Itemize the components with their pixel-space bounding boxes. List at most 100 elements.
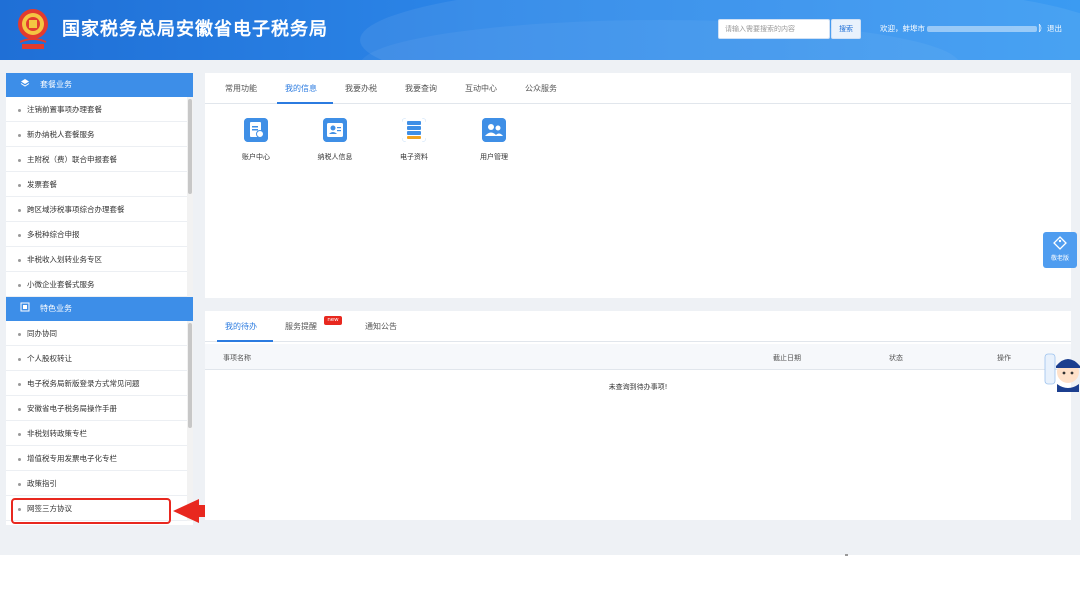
sidebar-section-title: 套餐业务	[40, 80, 72, 89]
top-header: 国家税务总局安徽省电子税务局 请输入需要搜索的内容 搜索 欢迎，蚌埠市） | 退…	[0, 0, 1080, 60]
bullet-icon	[18, 208, 21, 212]
search-input[interactable]: 请输入需要搜索的内容	[718, 19, 830, 39]
empty-message: 未查询到待办事项!	[608, 383, 668, 391]
welcome-prefix: 欢迎，蚌埠市	[880, 24, 925, 33]
column-header: 截止日期	[773, 354, 801, 362]
sidebar-scrollbar[interactable]	[187, 321, 193, 521]
bullet-icon	[18, 482, 21, 486]
sidebar-item-label: 主附税（费）联合申报套餐	[27, 155, 117, 164]
bullet-icon	[18, 457, 21, 461]
new-badge: new	[324, 316, 342, 325]
sidebar-item[interactable]: 主附税（费）联合申报套餐	[6, 147, 187, 172]
site-title: 国家税务总局安徽省电子税务局	[62, 19, 328, 40]
bullet-icon	[18, 158, 21, 162]
todo-panel: 我的待办 服务提醒 new 通知公告 事项名称 截止日期 状态 操作 未查询到待…	[205, 311, 1071, 520]
sidebar-item-label: 电子税务局新版登录方式常见问题	[27, 379, 140, 388]
sidebar-item-label: 非税划转政策专栏	[27, 429, 87, 438]
sidebar-item[interactable]: 同办协同	[6, 321, 187, 346]
bullet-icon	[18, 432, 21, 436]
sidebar-item[interactable]: 增值税专用发票电子化专栏	[6, 446, 187, 471]
shortcut-label: 纳税人信息	[317, 153, 353, 161]
sidebar-item-label: 跨区域涉税事项综合办理套餐	[27, 205, 125, 214]
search-button[interactable]: 搜索	[831, 19, 861, 39]
logout-link[interactable]: 退出	[1047, 23, 1062, 34]
tab-tax-handling[interactable]: 我要办税	[345, 83, 377, 94]
stacked-documents-icon	[402, 118, 426, 142]
sidebar-item[interactable]: 发票套餐	[6, 172, 187, 197]
bullet-icon	[18, 357, 21, 361]
main-tabs: 常用功能 我的信息 我要办税 我要查询 互动中心 公众服务	[205, 73, 1071, 104]
sidebar-item-label: 增值税专用发票电子化专栏	[27, 454, 117, 463]
tab-query[interactable]: 我要查询	[405, 83, 437, 94]
bullet-icon	[18, 407, 21, 411]
shortcut-account-center[interactable]: 账户中心	[226, 118, 286, 162]
sidebar-section-title: 特色业务	[40, 304, 72, 313]
sidebar: 套餐业务 注销前置事项办理套餐 新办纳税人套餐服务 主附税（费）联合申报套餐 发…	[6, 73, 193, 525]
active-tab-indicator	[277, 102, 333, 104]
tab-my-todo[interactable]: 我的待办	[225, 321, 257, 332]
bullet-icon	[18, 108, 21, 112]
sidebar-item-label: 小微企业套餐式服务	[27, 280, 95, 289]
elderly-mode-label: 敬老版	[1050, 255, 1069, 262]
sidebar-item-label: 个人股权转让	[27, 354, 72, 363]
scrollbar-thumb[interactable]	[188, 99, 192, 194]
users-icon	[482, 118, 506, 142]
shortcut-user-management[interactable]: 用户管理	[464, 118, 524, 162]
tab-public-service[interactable]: 公众服务	[525, 83, 557, 94]
header-separator: |	[1038, 23, 1041, 32]
grid-icon	[20, 302, 30, 312]
sidebar-item[interactable]: 多税种综合申报	[6, 222, 187, 247]
bullet-icon	[18, 183, 21, 187]
account-document-icon	[244, 118, 268, 142]
bullet-icon	[18, 133, 21, 137]
tag-icon	[1053, 236, 1067, 250]
column-header: 事项名称	[223, 354, 251, 362]
shortcut-label: 用户管理	[480, 153, 508, 161]
tab-service-reminder[interactable]: 服务提醒	[285, 321, 317, 332]
sidebar-item-label: 政策指引	[27, 479, 57, 488]
masked-username	[927, 26, 1037, 32]
bullet-icon	[18, 283, 21, 287]
footer-marker	[845, 554, 848, 556]
shortcut-electronic-materials[interactable]: 电子资料	[384, 118, 444, 162]
column-header: 操作	[997, 354, 1011, 362]
elderly-mode-button[interactable]: 敬老版	[1043, 232, 1077, 268]
sidebar-item-label: 注销前置事项办理套餐	[27, 105, 102, 114]
sidebar-item[interactable]: 非税收入划转业务专区	[6, 247, 187, 272]
sidebar-item[interactable]: 注销前置事项办理套餐	[6, 97, 187, 122]
sidebar-item-label: 同办协同	[27, 329, 57, 338]
bullet-icon	[18, 233, 21, 237]
sidebar-section-header-featured[interactable]: 特色业务	[6, 297, 193, 321]
tab-interaction-center[interactable]: 互动中心	[465, 83, 497, 94]
sidebar-item[interactable]: 非税划转政策专栏	[6, 421, 187, 446]
column-header: 状态	[889, 354, 903, 362]
tab-notice[interactable]: 通知公告	[365, 321, 397, 332]
sidebar-item-label: 发票套餐	[27, 180, 57, 189]
sidebar-item[interactable]: 新办纳税人套餐服务	[6, 122, 187, 147]
layers-icon	[20, 79, 30, 87]
bullet-icon	[18, 382, 21, 386]
todo-tabs: 我的待办 服务提醒 new 通知公告	[205, 311, 1071, 342]
sidebar-item[interactable]: 政策指引	[6, 471, 187, 496]
shortcut-taxpayer-info[interactable]: 纳税人信息	[305, 118, 365, 162]
tab-my-info[interactable]: 我的信息	[285, 83, 317, 94]
assistant-robot-icon[interactable]	[1043, 348, 1080, 392]
sidebar-item[interactable]: 电子税务局新版登录方式常见问题	[6, 371, 187, 396]
sidebar-item-label: 新办纳税人套餐服务	[27, 130, 95, 139]
tab-common-functions[interactable]: 常用功能	[225, 83, 257, 94]
sidebar-item[interactable]: 跨区域涉税事项综合办理套餐	[6, 197, 187, 222]
sidebar-item-label: 安徽省电子税务局操作手册	[27, 404, 117, 413]
tax-emblem-icon	[18, 9, 48, 49]
sidebar-item[interactable]: 个人股权转让	[6, 346, 187, 371]
shortcut-label: 账户中心	[242, 153, 270, 161]
sidebar-scrollbar[interactable]	[187, 97, 193, 297]
taxpayer-card-icon	[323, 118, 347, 142]
sidebar-item-label: 非税收入划转业务专区	[27, 255, 102, 264]
shortcut-label: 电子资料	[400, 153, 428, 161]
sidebar-item[interactable]: 安徽省电子税务局操作手册	[6, 396, 187, 421]
scrollbar-thumb[interactable]	[188, 323, 192, 428]
sidebar-section-header-packages[interactable]: 套餐业务	[6, 73, 193, 97]
sidebar-item[interactable]: 小微企业套餐式服务	[6, 272, 187, 297]
highlight-annotation	[11, 498, 171, 524]
bullet-icon	[18, 258, 21, 262]
